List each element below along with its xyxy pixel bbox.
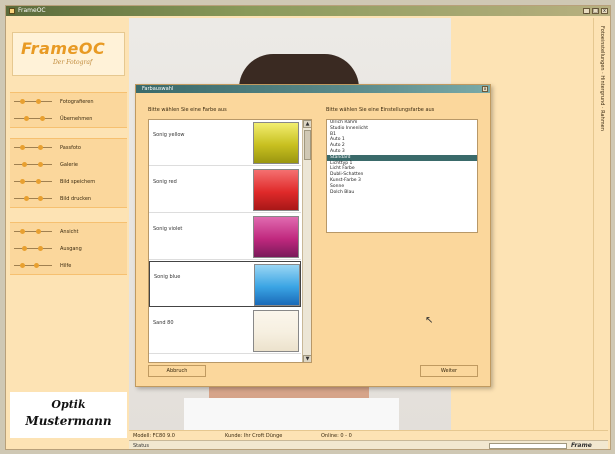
- color-swatch[interactable]: [253, 169, 299, 211]
- color-dialog: Farbauswahl x Bitte wählen Sie eine Farb…: [135, 84, 491, 387]
- color-row[interactable]: Sonig violet: [149, 214, 301, 260]
- passport-icon: [14, 143, 52, 152]
- exit-icon: [14, 244, 52, 253]
- environment-list[interactable]: Ulrich Rahm Studio Innenlicht B1 Auto 1 Auto…: [326, 119, 478, 233]
- color-swatch[interactable]: [253, 216, 299, 258]
- help-icon: [14, 261, 52, 270]
- info-bar: Modell: FC80 9.0 Kunde: Ihr Croft Dünge …: [129, 430, 608, 440]
- optik-logo-line2: Mustermann: [25, 414, 112, 428]
- status-brand-logo: Frame: [571, 442, 592, 449]
- logo-subtitle: Der Fotograf: [53, 59, 93, 66]
- color-name: Sonig yellow: [153, 132, 185, 138]
- camera-icon: [14, 97, 52, 106]
- optik-logo-line1: Optik: [51, 398, 86, 411]
- close-button[interactable]: x: [601, 8, 608, 14]
- environment-list-item[interactable]: Dolch Blau: [327, 190, 477, 196]
- status-bar: Status Frame: [129, 440, 608, 449]
- mouse-cursor-icon: ↖: [425, 315, 434, 326]
- gallery-icon: [14, 160, 52, 169]
- menu-item-label: Fotografieren: [60, 98, 94, 105]
- menu-item-label: Ausgang: [60, 245, 82, 252]
- info-online: Online: 0 - 0: [321, 433, 352, 439]
- scroll-thumb[interactable]: [304, 130, 311, 160]
- info-model: Modell: FC80 9.0: [133, 433, 175, 439]
- next-button[interactable]: Weiter: [420, 365, 478, 377]
- menu-item-label: Passfoto: [60, 144, 81, 151]
- menu-item-passfoto[interactable]: Passfoto: [10, 139, 127, 156]
- menu-item-galerie[interactable]: Galerie: [10, 156, 127, 173]
- app-window: FrameOC _ □ x FrameOC Der Fotograf Fotog…: [5, 5, 611, 450]
- sidebar: FrameOC Der Fotograf Fotografieren Übern…: [10, 20, 127, 438]
- vertical-tab-label[interactable]: Fotoeinstellungen · Hintergrund · Rahmen: [595, 26, 605, 226]
- color-row-selected[interactable]: Sonig blue: [149, 261, 301, 307]
- frameoc-logo: FrameOC Der Fotograf: [12, 32, 125, 76]
- color-swatch[interactable]: [253, 310, 299, 352]
- color-swatch[interactable]: [254, 264, 300, 306]
- photo-subject-collar: [184, 398, 399, 430]
- color-list-scrollbar[interactable]: ▲ ▼: [302, 120, 311, 362]
- menu-item-fotografieren[interactable]: Fotografieren: [10, 93, 127, 110]
- menu-item-label: Hilfe: [60, 262, 72, 269]
- color-list[interactable]: Sonig yellow Sonig red Sonig violet Soni…: [148, 119, 312, 363]
- menu-item-label: Bild speichern: [60, 178, 96, 185]
- color-name: Sand 80: [153, 320, 174, 326]
- scroll-down-icon[interactable]: ▼: [303, 355, 311, 362]
- menu-item-uebernehmen[interactable]: Übernehmen: [10, 110, 127, 127]
- environment-prompt: Bitte wählen Sie eine Einstellungsfarbe …: [326, 107, 435, 113]
- save-icon: [14, 177, 52, 186]
- maximize-button[interactable]: □: [592, 8, 599, 14]
- color-name: Sonig violet: [153, 226, 183, 232]
- logo-text: FrameOC: [21, 39, 106, 58]
- print-icon: [14, 194, 52, 203]
- menu-item-bild-drucken[interactable]: Bild drucken: [10, 190, 127, 207]
- color-prompt: Bitte wählen Sie eine Farbe aus: [148, 107, 227, 113]
- menu-item-label: Ansicht: [60, 228, 79, 235]
- window-title: FrameOC: [18, 7, 46, 14]
- menu-group-edit: Passfoto Galerie Bild speichern Bild dru…: [10, 138, 127, 208]
- color-name: Sonig red: [153, 179, 177, 185]
- scroll-up-icon[interactable]: ▲: [303, 120, 311, 128]
- menu-group-capture: Fotografieren Übernehmen: [10, 92, 127, 128]
- status-label: Status: [133, 443, 149, 449]
- menu-item-ausgang[interactable]: Ausgang: [10, 240, 127, 257]
- app-icon: [9, 8, 15, 14]
- cancel-button[interactable]: Abbruch: [148, 365, 206, 377]
- dialog-close-icon[interactable]: x: [482, 86, 488, 92]
- color-row[interactable]: Sonig yellow: [149, 120, 301, 166]
- status-progress-bar: [489, 443, 567, 449]
- color-name: Sonig blue: [154, 274, 181, 280]
- menu-group-misc: Ansicht Ausgang Hilfe: [10, 222, 127, 275]
- color-swatch[interactable]: [253, 122, 299, 164]
- import-icon: [14, 114, 52, 123]
- title-bar: FrameOC _ □ x: [6, 6, 610, 16]
- color-row[interactable]: Sand 80: [149, 308, 301, 354]
- optik-mustermann-logo: Optik Mustermann: [10, 392, 127, 438]
- menu-item-label: Übernehmen: [60, 115, 93, 122]
- dialog-title-bar: Farbauswahl x: [136, 85, 490, 93]
- menu-item-label: Bild drucken: [60, 195, 92, 202]
- menu-item-label: Galerie: [60, 161, 78, 168]
- minimize-button[interactable]: _: [583, 8, 590, 14]
- color-row[interactable]: Sonig red: [149, 167, 301, 213]
- menu-item-bild-speichern[interactable]: Bild speichern: [10, 173, 127, 190]
- info-customer: Kunde: Ihr Croft Dünge: [225, 433, 283, 439]
- dialog-title: Farbauswahl: [142, 86, 174, 92]
- menu-item-hilfe[interactable]: Hilfe: [10, 257, 127, 274]
- view-icon: [14, 227, 52, 236]
- menu-item-ansicht[interactable]: Ansicht: [10, 223, 127, 240]
